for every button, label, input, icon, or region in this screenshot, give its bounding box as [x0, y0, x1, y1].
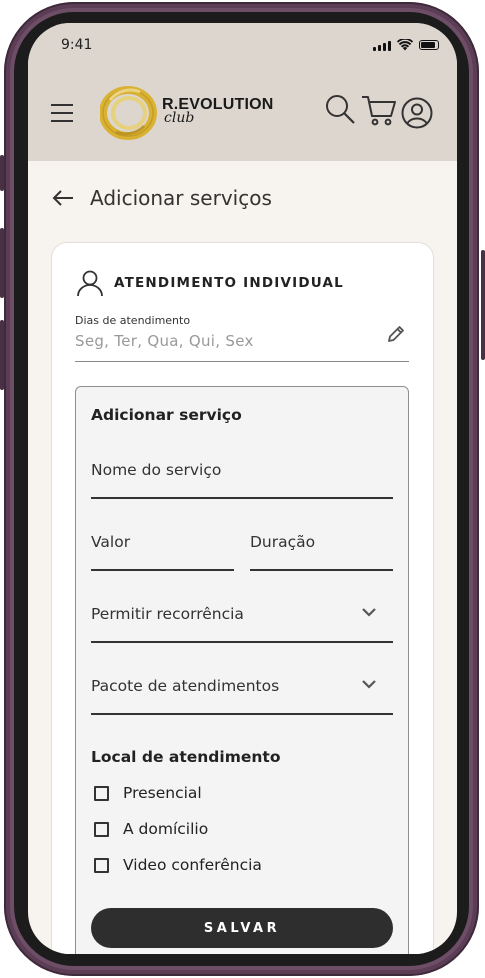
- duration-field[interactable]: Duração: [250, 533, 315, 551]
- package-select[interactable]: Pacote de atendimentos: [91, 677, 279, 695]
- service-name-underline: [91, 497, 393, 499]
- form-title: Adicionar serviço: [91, 406, 242, 424]
- package-underline: [91, 713, 393, 715]
- phone-side-button: [0, 155, 4, 191]
- location-option-presencial[interactable]: Presencial: [94, 784, 202, 802]
- value-underline: [91, 569, 234, 571]
- checkbox-label: Video conferência: [123, 856, 262, 874]
- duration-underline: [250, 569, 393, 571]
- brand-logo-icon[interactable]: [100, 86, 162, 140]
- section-title: ATENDIMENTO INDIVIDUAL: [114, 275, 344, 291]
- page-title: Adicionar serviços: [90, 186, 272, 210]
- edit-pencil-icon[interactable]: [386, 324, 406, 344]
- phone-volume-down-button: [0, 320, 4, 390]
- back-arrow-icon[interactable]: [52, 190, 74, 206]
- page-header: Adicionar serviços: [52, 186, 272, 210]
- save-button[interactable]: SALVAR: [91, 908, 393, 948]
- cart-icon[interactable]: [361, 93, 397, 127]
- recurrence-underline: [91, 641, 393, 643]
- app-screen: 9:41 R.EVOLUTION club Adicionar serviços…: [28, 23, 457, 954]
- location-option-video[interactable]: Video conferência: [94, 856, 262, 874]
- location-option-domicilio[interactable]: A domícilio: [94, 820, 208, 838]
- checkbox[interactable]: [94, 785, 109, 801]
- value-field[interactable]: Valor: [91, 533, 130, 551]
- section-header: ATENDIMENTO INDIVIDUAL: [76, 269, 344, 297]
- status-icons: [373, 39, 439, 51]
- service-name-field[interactable]: Nome do serviço: [91, 461, 221, 479]
- recurrence-select[interactable]: Permitir recorrência: [91, 605, 244, 623]
- status-time: 9:41: [61, 37, 93, 53]
- user-icon: [77, 270, 103, 297]
- profile-icon[interactable]: [401, 97, 433, 129]
- days-field-label: Dias de atendimento: [75, 314, 191, 327]
- hamburger-menu-icon[interactable]: [50, 102, 74, 124]
- brand-wordmark: R.EVOLUTION club: [162, 96, 274, 126]
- days-field-underline: [75, 361, 409, 362]
- checkbox[interactable]: [94, 821, 109, 837]
- phone-volume-up-button: [0, 228, 4, 298]
- service-card: ATENDIMENTO INDIVIDUAL Dias de atendimen…: [51, 242, 434, 954]
- days-field[interactable]: Seg, Ter, Qua, Qui, Sex: [75, 332, 254, 350]
- phone-power-button: [481, 250, 485, 360]
- checkbox-label: A domícilio: [123, 820, 209, 838]
- location-title: Local de atendimento: [91, 748, 281, 766]
- search-icon[interactable]: [324, 93, 356, 125]
- signal-icon: [373, 40, 391, 51]
- checkbox[interactable]: [94, 857, 109, 873]
- battery-icon: [419, 40, 439, 50]
- chevron-down-icon[interactable]: [361, 678, 377, 690]
- add-service-form: Adicionar serviço Nome do serviço Valor …: [75, 386, 409, 954]
- checkbox-label: Presencial: [123, 784, 202, 802]
- app-header: 9:41 R.EVOLUTION club: [28, 23, 457, 161]
- chevron-down-icon[interactable]: [361, 606, 377, 618]
- wifi-icon: [397, 39, 413, 51]
